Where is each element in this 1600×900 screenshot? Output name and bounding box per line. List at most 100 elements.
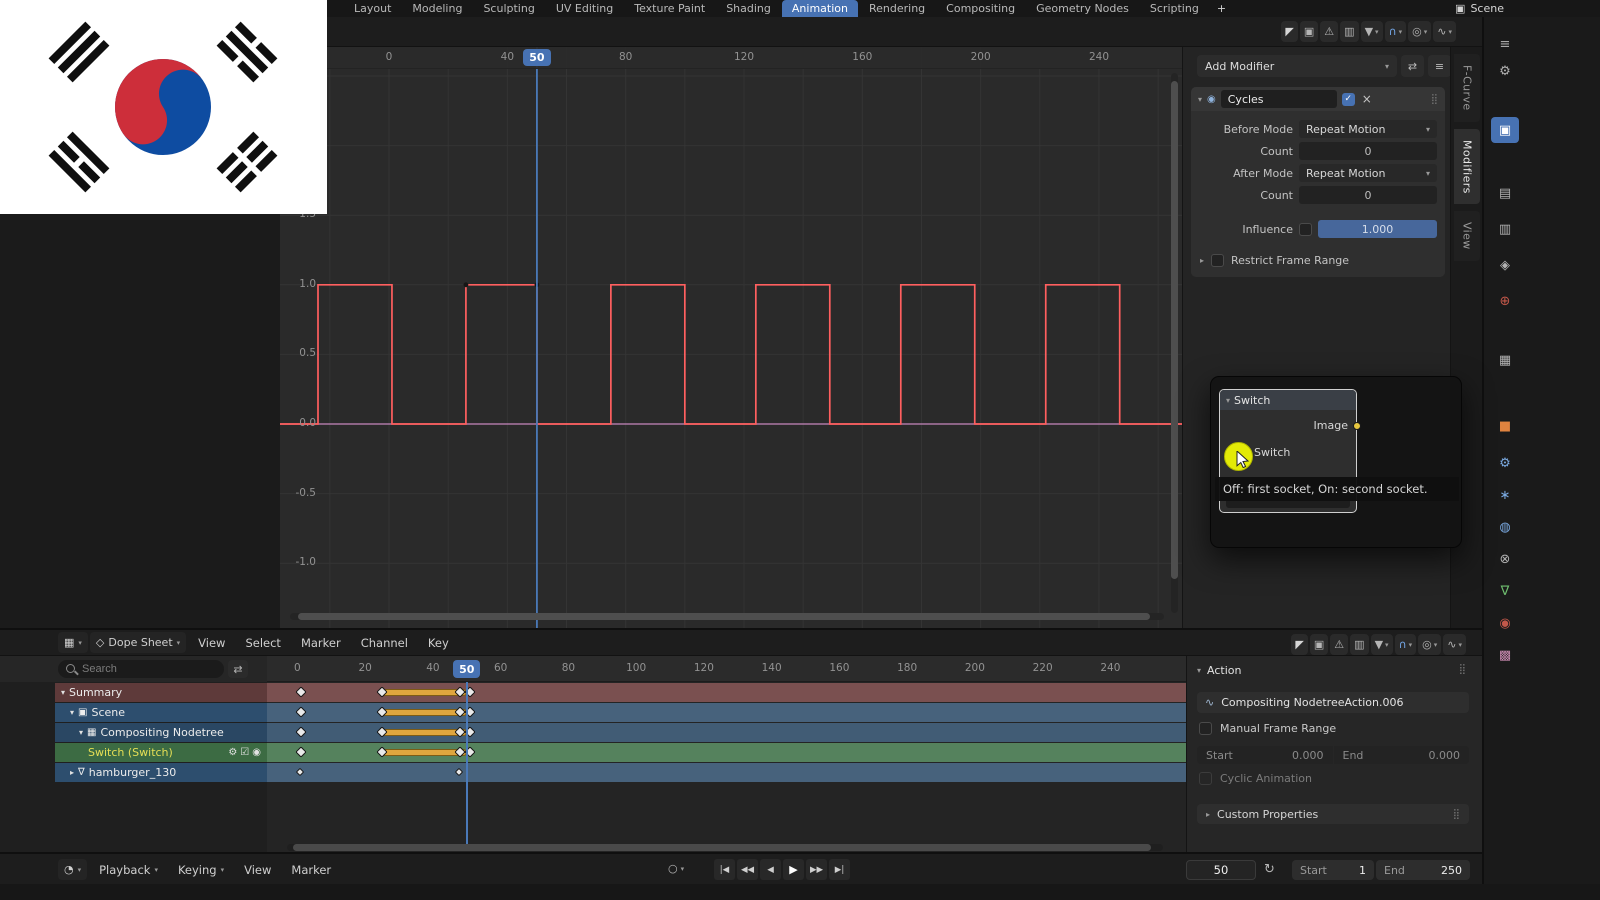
dope-horizontal-scrollbar[interactable] [287,844,1163,851]
menu-marker[interactable]: Marker [281,859,341,880]
workspace-tab-shading[interactable]: Shading [716,0,781,17]
search-input[interactable] [58,660,224,678]
menu-view[interactable]: View [234,859,281,880]
delete-modifier-button[interactable]: × [1362,92,1372,106]
modifier-extras-icon[interactable]: ≡ [1428,55,1451,77]
influence-checkbox[interactable] [1299,223,1312,236]
prev-keyframe-button[interactable]: ◀◀ [737,859,758,880]
box-select-icon[interactable]: ▣ [1300,21,1318,42]
channel-scene[interactable]: ▾▣Scene [55,703,267,722]
keyframe-diamond[interactable] [455,768,463,776]
drag-grip-icon[interactable]: ⣿ [1459,664,1466,675]
chevron-right-icon[interactable]: ▸ [70,768,74,777]
cycles-panel-header[interactable]: ▾ ◉ Cycles ✓ × ⣿ [1191,87,1445,111]
snap-magnet-icon[interactable]: ∩▾ [1395,634,1417,655]
sidebar-tab-f-curve[interactable]: F-Curve [1454,54,1480,122]
keyframe-area[interactable]: 020406080100120140160180200220240 50 [267,656,1186,854]
cursor-tool-icon[interactable]: ◤ [1281,21,1297,42]
collection-icon[interactable]: ▦ [1491,347,1519,373]
graph-horizontal-scrollbar[interactable] [290,613,1164,620]
render-icon[interactable]: ▣ [1491,117,1519,143]
play-button[interactable]: ▶ [783,859,804,880]
influence-slider[interactable]: 1.000 [1318,220,1437,238]
chevron-down-icon[interactable]: ▾ [79,728,83,737]
keyframe-diamond[interactable] [295,686,306,697]
menu-select[interactable]: Select [235,632,290,653]
auto-keying-toggle[interactable]: ○ ▾ [668,862,684,875]
playback-sync-icon[interactable]: ↻ [1264,862,1275,877]
current-frame-badge[interactable]: 50 [453,660,480,678]
custom-properties-panel[interactable]: ▸ Custom Properties ⣿ [1197,804,1469,824]
next-keyframe-button[interactable]: ▶▶ [806,859,827,880]
jump-to-end-button[interactable]: ▶| [829,859,850,880]
scene-icon[interactable]: ◈ [1491,252,1519,278]
modifier-name-field[interactable]: Cycles [1221,90,1337,108]
constraints-icon[interactable]: ⊗ [1491,546,1519,572]
count-number-field[interactable]: 0 [1299,186,1437,204]
graph-canvas[interactable]: 04080120160200240 50 1.51.00.50.0-0.5-1.… [280,47,1182,628]
channel-track-switch-switch[interactable] [267,743,1186,762]
falloff-curve-icon[interactable]: ∿▾ [1443,634,1466,655]
playhead-line[interactable] [466,682,468,844]
channel-track-summary[interactable] [267,683,1186,702]
proportional-edit-icon[interactable]: ◎▾ [1418,634,1441,655]
channel-summary[interactable]: ▾Summary [55,683,267,702]
workspace-tab-uv-editing[interactable]: UV Editing [546,0,623,17]
menu-playback[interactable]: Playback▾ [89,859,168,880]
invert-filter-button[interactable]: ⇄ [228,660,248,678]
menu-marker[interactable]: Marker [291,632,351,653]
menu-key[interactable]: Key [418,632,459,653]
dope-frame-ruler[interactable]: 020406080100120140160180200220240 [267,656,1186,682]
filter-icon[interactable]: ▼▾ [1361,21,1383,42]
drag-grip-icon[interactable]: ⣿ [1453,809,1460,820]
cursor-tool-icon[interactable]: ◤ [1291,634,1307,655]
play-reverse-button[interactable]: ◀ [760,859,781,880]
workspace-tab-scripting[interactable]: Scripting [1140,0,1209,17]
channel-hamburger-130[interactable]: ▸∇hamburger_130 [55,763,267,782]
sidebar-tab-view[interactable]: View [1454,211,1480,261]
falloff-curve-icon[interactable]: ∿▾ [1433,21,1456,42]
sidebar-tab-modifiers[interactable]: Modifiers [1454,129,1480,205]
warning-icon[interactable]: ⚠ [1320,21,1338,42]
modifiers-icon[interactable]: ⚙ [1491,450,1519,476]
workspace-tab-modeling[interactable]: Modeling [402,0,472,17]
modifier-enabled-checkbox[interactable]: ✓ [1342,93,1355,106]
keyframe-diamond[interactable] [295,706,306,717]
material-icon[interactable]: ◉ [1491,610,1519,636]
keyframe-point[interactable] [464,282,469,287]
after-mode-dropdown[interactable]: Repeat Motion▾ [1299,164,1437,182]
particles-icon[interactable]: ∗ [1491,482,1519,508]
workspace-tab-texture-paint[interactable]: Texture Paint [624,0,715,17]
workspace-tab-animation[interactable]: Animation [782,0,858,17]
current-frame-badge[interactable]: 50 [523,49,551,66]
tool-icon[interactable]: ⚙ [1491,58,1519,84]
pin-icon[interactable]: ◉ [252,747,261,758]
object-data-icon[interactable]: ∇ [1491,578,1519,604]
restrict-frame-range-checkbox[interactable] [1211,254,1224,267]
overlay-icon[interactable]: ▥ [1340,21,1358,42]
cyclic-animation-checkbox[interactable] [1199,772,1212,785]
world-icon[interactable]: ⊕ [1491,288,1519,314]
timeline-end-field[interactable]: End 250 [1376,860,1470,880]
manual-frame-range-checkbox[interactable] [1199,722,1212,735]
channel-track-hamburger-130[interactable] [267,763,1186,782]
channel-track-compositing-nodetree[interactable] [267,723,1186,742]
chevron-down-icon[interactable]: ▾ [61,688,65,697]
menu-keying[interactable]: Keying▾ [168,859,234,880]
manual-frame-range-row[interactable]: Manual Frame Range [1199,722,1336,735]
action-start-field[interactable]: Start 0.000 [1197,746,1333,764]
filter-icon[interactable]: ▼▾ [1371,634,1393,655]
workspace-tab-layout[interactable]: Layout [344,0,401,17]
action-end-field[interactable]: End 0.000 [1334,746,1470,764]
channel-switch-switch[interactable]: Switch (Switch)⚙☑◉ [55,743,267,762]
switch-node-header[interactable]: ▾ Switch [1220,390,1356,410]
workspace-tab-sculpting[interactable]: Sculpting [473,0,544,17]
channel-track-scene[interactable] [267,703,1186,722]
keyframe-diamond[interactable] [296,768,304,776]
object-icon[interactable]: ■ [1491,413,1519,439]
current-frame-field[interactable]: 50 [1186,860,1256,880]
jump-to-start-button[interactable]: |◀ [714,859,735,880]
count-number-field[interactable]: 0 [1299,142,1437,160]
keyframe-diamond[interactable] [295,726,306,737]
checkbox-checked-icon[interactable]: ☑ [240,747,249,758]
